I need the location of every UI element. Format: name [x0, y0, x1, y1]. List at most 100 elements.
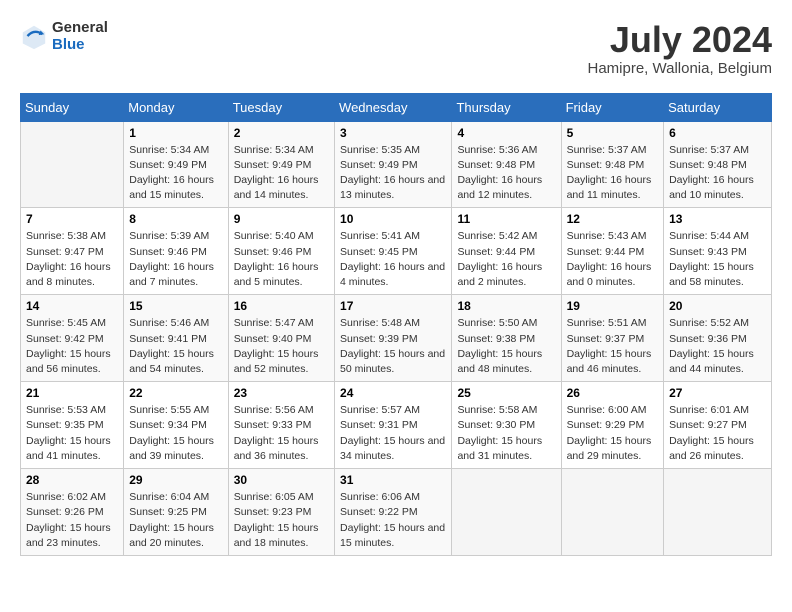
calendar-cell: 25 Sunrise: 5:58 AMSunset: 9:30 PMDaylig…: [452, 382, 561, 469]
month-title: July 2024: [587, 20, 772, 60]
day-number: 27: [669, 386, 766, 400]
calendar-cell: 24 Sunrise: 5:57 AMSunset: 9:31 PMDaylig…: [335, 382, 452, 469]
calendar-cell: 12 Sunrise: 5:43 AMSunset: 9:44 PMDaylig…: [561, 208, 664, 295]
day-number: 22: [129, 386, 222, 400]
calendar-cell: [21, 121, 124, 208]
day-number: 29: [129, 473, 222, 487]
calendar-cell: 18 Sunrise: 5:50 AMSunset: 9:38 PMDaylig…: [452, 295, 561, 382]
day-info: Sunrise: 5:36 AMSunset: 9:48 PMDaylight:…: [457, 144, 542, 202]
calendar-cell: 1 Sunrise: 5:34 AMSunset: 9:49 PMDayligh…: [124, 121, 228, 208]
week-row: 1 Sunrise: 5:34 AMSunset: 9:49 PMDayligh…: [21, 121, 772, 208]
day-number: 24: [340, 386, 446, 400]
day-info: Sunrise: 6:02 AMSunset: 9:26 PMDaylight:…: [26, 491, 111, 549]
day-info: Sunrise: 5:44 AMSunset: 9:43 PMDaylight:…: [669, 230, 754, 288]
logo-general: General: [52, 20, 108, 37]
day-number: 9: [234, 212, 329, 226]
week-row: 21 Sunrise: 5:53 AMSunset: 9:35 PMDaylig…: [21, 382, 772, 469]
day-info: Sunrise: 5:45 AMSunset: 9:42 PMDaylight:…: [26, 317, 111, 375]
day-info: Sunrise: 5:34 AMSunset: 9:49 PMDaylight:…: [234, 144, 319, 202]
week-row: 14 Sunrise: 5:45 AMSunset: 9:42 PMDaylig…: [21, 295, 772, 382]
day-number: 13: [669, 212, 766, 226]
day-number: 11: [457, 212, 555, 226]
day-info: Sunrise: 5:52 AMSunset: 9:36 PMDaylight:…: [669, 317, 754, 375]
calendar-cell: 29 Sunrise: 6:04 AMSunset: 9:25 PMDaylig…: [124, 469, 228, 556]
logo: General Blue: [20, 20, 108, 53]
day-number: 10: [340, 212, 446, 226]
day-info: Sunrise: 5:48 AMSunset: 9:39 PMDaylight:…: [340, 317, 445, 375]
day-info: Sunrise: 6:04 AMSunset: 9:25 PMDaylight:…: [129, 491, 214, 549]
calendar-cell: 23 Sunrise: 5:56 AMSunset: 9:33 PMDaylig…: [228, 382, 334, 469]
day-info: Sunrise: 5:46 AMSunset: 9:41 PMDaylight:…: [129, 317, 214, 375]
calendar-cell: 19 Sunrise: 5:51 AMSunset: 9:37 PMDaylig…: [561, 295, 664, 382]
title-area: July 2024 Hamipre, Wallonia, Belgium: [587, 20, 772, 77]
calendar-cell: 17 Sunrise: 5:48 AMSunset: 9:39 PMDaylig…: [335, 295, 452, 382]
calendar-cell: 4 Sunrise: 5:36 AMSunset: 9:48 PMDayligh…: [452, 121, 561, 208]
column-header-wednesday: Wednesday: [335, 93, 452, 121]
column-header-thursday: Thursday: [452, 93, 561, 121]
day-info: Sunrise: 5:56 AMSunset: 9:33 PMDaylight:…: [234, 404, 319, 462]
day-number: 4: [457, 126, 555, 140]
day-info: Sunrise: 6:01 AMSunset: 9:27 PMDaylight:…: [669, 404, 754, 462]
page-header: General Blue July 2024 Hamipre, Wallonia…: [20, 20, 772, 77]
calendar-cell: 7 Sunrise: 5:38 AMSunset: 9:47 PMDayligh…: [21, 208, 124, 295]
calendar-cell: [664, 469, 772, 556]
calendar-cell: 3 Sunrise: 5:35 AMSunset: 9:49 PMDayligh…: [335, 121, 452, 208]
day-number: 3: [340, 126, 446, 140]
day-number: 20: [669, 299, 766, 313]
day-info: Sunrise: 5:37 AMSunset: 9:48 PMDaylight:…: [567, 144, 652, 202]
day-number: 28: [26, 473, 118, 487]
day-number: 14: [26, 299, 118, 313]
day-number: 12: [567, 212, 659, 226]
day-info: Sunrise: 5:43 AMSunset: 9:44 PMDaylight:…: [567, 230, 652, 288]
day-info: Sunrise: 6:06 AMSunset: 9:22 PMDaylight:…: [340, 491, 445, 549]
calendar-cell: 26 Sunrise: 6:00 AMSunset: 9:29 PMDaylig…: [561, 382, 664, 469]
calendar-cell: 14 Sunrise: 5:45 AMSunset: 9:42 PMDaylig…: [21, 295, 124, 382]
day-info: Sunrise: 5:51 AMSunset: 9:37 PMDaylight:…: [567, 317, 652, 375]
header-row: SundayMondayTuesdayWednesdayThursdayFrid…: [21, 93, 772, 121]
calendar-cell: 2 Sunrise: 5:34 AMSunset: 9:49 PMDayligh…: [228, 121, 334, 208]
calendar-cell: 30 Sunrise: 6:05 AMSunset: 9:23 PMDaylig…: [228, 469, 334, 556]
calendar-cell: 10 Sunrise: 5:41 AMSunset: 9:45 PMDaylig…: [335, 208, 452, 295]
day-number: 7: [26, 212, 118, 226]
day-number: 31: [340, 473, 446, 487]
calendar-cell: 11 Sunrise: 5:42 AMSunset: 9:44 PMDaylig…: [452, 208, 561, 295]
week-row: 7 Sunrise: 5:38 AMSunset: 9:47 PMDayligh…: [21, 208, 772, 295]
day-info: Sunrise: 5:57 AMSunset: 9:31 PMDaylight:…: [340, 404, 445, 462]
day-info: Sunrise: 6:00 AMSunset: 9:29 PMDaylight:…: [567, 404, 652, 462]
column-header-monday: Monday: [124, 93, 228, 121]
day-info: Sunrise: 5:39 AMSunset: 9:46 PMDaylight:…: [129, 230, 214, 288]
column-header-tuesday: Tuesday: [228, 93, 334, 121]
logo-blue: Blue: [52, 37, 108, 54]
day-info: Sunrise: 5:37 AMSunset: 9:48 PMDaylight:…: [669, 144, 754, 202]
day-number: 15: [129, 299, 222, 313]
calendar-cell: 22 Sunrise: 5:55 AMSunset: 9:34 PMDaylig…: [124, 382, 228, 469]
day-info: Sunrise: 5:53 AMSunset: 9:35 PMDaylight:…: [26, 404, 111, 462]
day-info: Sunrise: 5:42 AMSunset: 9:44 PMDaylight:…: [457, 230, 542, 288]
logo-text: General Blue: [52, 20, 108, 53]
calendar-cell: 8 Sunrise: 5:39 AMSunset: 9:46 PMDayligh…: [124, 208, 228, 295]
calendar-cell: 5 Sunrise: 5:37 AMSunset: 9:48 PMDayligh…: [561, 121, 664, 208]
day-info: Sunrise: 5:35 AMSunset: 9:49 PMDaylight:…: [340, 144, 445, 202]
day-number: 1: [129, 126, 222, 140]
column-header-friday: Friday: [561, 93, 664, 121]
day-info: Sunrise: 5:34 AMSunset: 9:49 PMDaylight:…: [129, 144, 214, 202]
logo-icon: [20, 23, 48, 51]
calendar-cell: 9 Sunrise: 5:40 AMSunset: 9:46 PMDayligh…: [228, 208, 334, 295]
calendar-cell: 28 Sunrise: 6:02 AMSunset: 9:26 PMDaylig…: [21, 469, 124, 556]
calendar-cell: 13 Sunrise: 5:44 AMSunset: 9:43 PMDaylig…: [664, 208, 772, 295]
day-number: 30: [234, 473, 329, 487]
day-number: 2: [234, 126, 329, 140]
calendar-cell: 31 Sunrise: 6:06 AMSunset: 9:22 PMDaylig…: [335, 469, 452, 556]
calendar-cell: 27 Sunrise: 6:01 AMSunset: 9:27 PMDaylig…: [664, 382, 772, 469]
column-header-saturday: Saturday: [664, 93, 772, 121]
day-number: 5: [567, 126, 659, 140]
column-header-sunday: Sunday: [21, 93, 124, 121]
calendar-cell: 6 Sunrise: 5:37 AMSunset: 9:48 PMDayligh…: [664, 121, 772, 208]
day-info: Sunrise: 6:05 AMSunset: 9:23 PMDaylight:…: [234, 491, 319, 549]
calendar-cell: [452, 469, 561, 556]
calendar-cell: 21 Sunrise: 5:53 AMSunset: 9:35 PMDaylig…: [21, 382, 124, 469]
week-row: 28 Sunrise: 6:02 AMSunset: 9:26 PMDaylig…: [21, 469, 772, 556]
calendar-table: SundayMondayTuesdayWednesdayThursdayFrid…: [20, 93, 772, 556]
day-number: 16: [234, 299, 329, 313]
day-number: 19: [567, 299, 659, 313]
